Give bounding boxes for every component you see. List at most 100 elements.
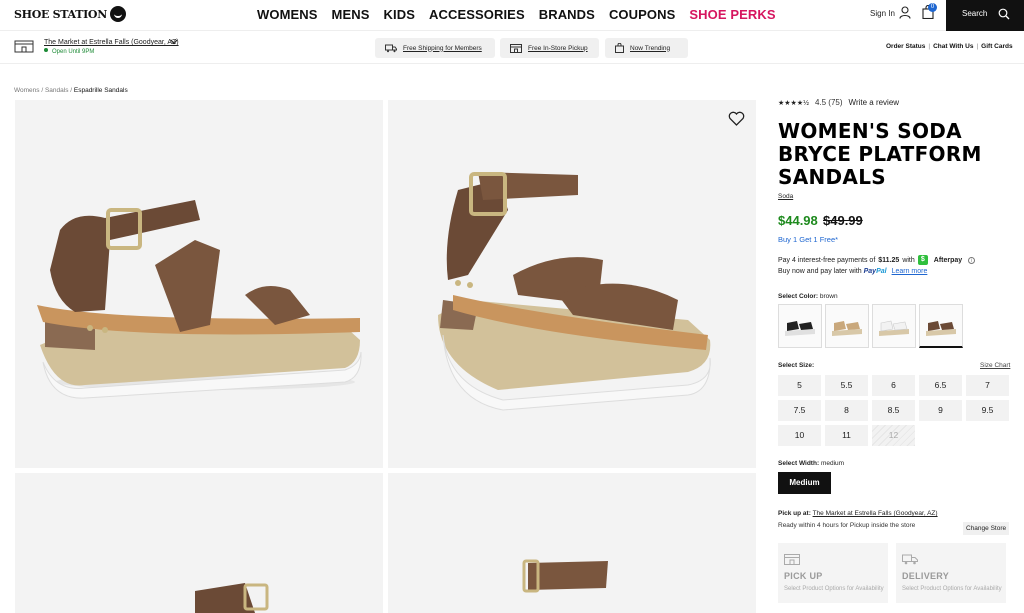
product-rating[interactable]: ★★★★½ 4.5 (75) Write a review — [778, 98, 899, 107]
nav-mens[interactable]: MENS — [332, 7, 370, 22]
size-option-9-5[interactable]: 9.5 — [966, 400, 1009, 421]
size-option-10[interactable]: 10 — [778, 425, 821, 446]
search-button[interactable]: Search — [946, 0, 1024, 31]
free-pickup-link[interactable]: Free In-Store Pickup — [500, 38, 599, 58]
sandal-side-view-image — [37, 200, 362, 399]
sub-header: The Market at Estrella Falls (Goodyear, … — [0, 31, 1024, 64]
afterpay-amount: $11.25 — [878, 256, 900, 264]
pickup-label: Pick up at: — [778, 510, 811, 517]
selected-color-value: brown — [819, 293, 838, 300]
size-option-6[interactable]: 6 — [872, 375, 915, 396]
afterpay-logo-icon: $ — [917, 255, 928, 265]
afterpay-prefix: Pay 4 interest-free payments of — [778, 256, 876, 264]
search-label: Search — [962, 9, 988, 18]
order-status-link[interactable]: Order Status — [886, 43, 925, 50]
selected-width-value: medium — [820, 460, 845, 467]
store-icon — [784, 554, 800, 565]
site-logo[interactable]: SHOE STATION — [14, 6, 126, 22]
size-option-11[interactable]: 11 — [825, 425, 868, 446]
gift-cards-link[interactable]: Gift Cards — [981, 43, 1012, 50]
promo-link[interactable]: Buy 1 Get 1 Free* — [778, 235, 838, 244]
color-swatch-white[interactable] — [872, 304, 916, 348]
color-swatch-brown[interactable] — [919, 304, 963, 348]
now-trending-link[interactable]: Now Trending — [605, 38, 688, 58]
star-rating-icon: ★★★★½ — [778, 99, 809, 107]
cart-count-badge: 0 — [928, 3, 937, 12]
store-open-status: Open Until 9PM — [44, 48, 94, 55]
chevron-down-icon[interactable] — [170, 39, 178, 45]
nav-kids[interactable]: KIDS — [384, 7, 415, 22]
product-title: WOMEN'S SODA BRYCE PLATFORM SANDALS — [778, 119, 982, 189]
write-review-link[interactable]: Write a review — [849, 98, 900, 107]
breadcrumb-womens[interactable]: Womens — [14, 87, 40, 94]
free-pickup-text: Free In-Store Pickup — [528, 44, 588, 52]
store-pickup-icon — [510, 43, 522, 53]
nav-accessories[interactable]: ACCESSORIES — [429, 7, 525, 22]
now-trending-text: Now Trending — [630, 44, 671, 52]
heart-icon[interactable] — [728, 111, 745, 126]
main-nav: WOMENS MENS KIDS ACCESSORIES BRANDS COUP… — [257, 7, 776, 22]
sandal-thumbnail-brown — [926, 321, 956, 336]
afterpay-brand: Afterpay — [933, 256, 963, 264]
info-icon[interactable]: i — [968, 256, 976, 264]
paypal-logo: PayPal — [864, 268, 887, 275]
delivery-option-card[interactable]: DELIVERY Select Product Options for Avai… — [896, 543, 1006, 603]
paypal-learn-more-link[interactable]: Learn more — [892, 268, 928, 275]
nav-womens[interactable]: WOMENS — [257, 7, 318, 22]
paypal-text: Buy now and pay later with — [778, 268, 862, 275]
size-option-8[interactable]: 8 — [825, 400, 868, 421]
size-option-7[interactable]: 7 — [966, 375, 1009, 396]
size-option-12-unavailable[interactable]: 12 — [872, 425, 915, 446]
paypal-logo-b: Pal — [876, 268, 887, 275]
pickup-location: Pick up at: The Market at Estrella Falls… — [778, 510, 938, 517]
sale-price: $44.98 — [778, 213, 818, 228]
color-swatch-tan[interactable] — [825, 304, 869, 348]
delivery-card-title: DELIVERY — [902, 571, 950, 581]
size-option-5[interactable]: 5 — [778, 375, 821, 396]
breadcrumb-sandals[interactable]: Sandals — [45, 87, 69, 94]
rating-value: 4.5 (75) — [814, 98, 843, 107]
paypal-logo-a: Pay — [863, 268, 877, 275]
pickup-ready-text: Ready within 4 hours for Pickup inside t… — [778, 522, 916, 529]
color-selector-label: Select Color: brown — [778, 293, 838, 300]
paypal-message: Buy now and pay later with PayPal Learn … — [778, 268, 927, 275]
size-option-6-5[interactable]: 6.5 — [919, 375, 962, 396]
product-image-2[interactable] — [388, 100, 756, 468]
size-option-8-5[interactable]: 8.5 — [872, 400, 915, 421]
color-swatch-black[interactable] — [778, 304, 822, 348]
sandal-front-view-image — [522, 559, 608, 593]
logo-icon — [109, 6, 126, 22]
nav-coupons[interactable]: COUPONS — [609, 7, 675, 22]
size-option-5-5[interactable]: 5.5 — [825, 375, 868, 396]
size-option-7-5[interactable]: 7.5 — [778, 400, 821, 421]
sign-in-link[interactable]: Sign In — [870, 9, 895, 18]
free-shipping-text: Free Shipping for Members — [403, 44, 482, 52]
product-image-4[interactable] — [388, 473, 756, 613]
truck-icon — [902, 554, 918, 565]
breadcrumb-current: Espadrille Sandals — [73, 87, 128, 94]
breadcrumb: Womens / Sandals / Espadrille Sandals — [14, 87, 128, 94]
pickup-store-link[interactable]: The Market at Estrella Falls (Goodyear, … — [813, 510, 938, 517]
pickup-card-desc: Select Product Options for Availability — [784, 586, 884, 592]
change-store-button[interactable]: Change Store — [963, 522, 1010, 535]
chat-link[interactable]: Chat With Us — [933, 43, 973, 50]
product-image-1[interactable] — [15, 100, 383, 468]
sandal-thumbnail-black — [785, 321, 815, 336]
nav-brands[interactable]: BRANDS — [539, 7, 595, 22]
utility-links: Order Status | Chat With Us | Gift Cards — [886, 43, 1013, 50]
truck-icon — [385, 44, 397, 52]
size-chart-link[interactable]: Size Chart — [980, 362, 1010, 369]
search-icon — [998, 8, 1010, 20]
pickup-card-title: PICK UP — [784, 571, 823, 581]
pickup-option-card[interactable]: PICK UP Select Product Options for Avail… — [778, 543, 888, 603]
free-shipping-link[interactable]: Free Shipping for Members — [375, 38, 495, 58]
store-selector[interactable]: The Market at Estrella Falls (Goodyear, … — [44, 39, 179, 46]
width-selector-label: Select Width: medium — [778, 460, 844, 467]
user-icon[interactable] — [899, 6, 911, 19]
size-option-9[interactable]: 9 — [919, 400, 962, 421]
product-image-3[interactable] — [15, 473, 383, 613]
nav-shoe-perks[interactable]: SHOE PERKS — [689, 7, 775, 22]
width-option-medium[interactable]: Medium — [778, 472, 831, 494]
brand-link[interactable]: Soda — [778, 193, 793, 200]
sandal-top-view-image — [195, 583, 269, 613]
